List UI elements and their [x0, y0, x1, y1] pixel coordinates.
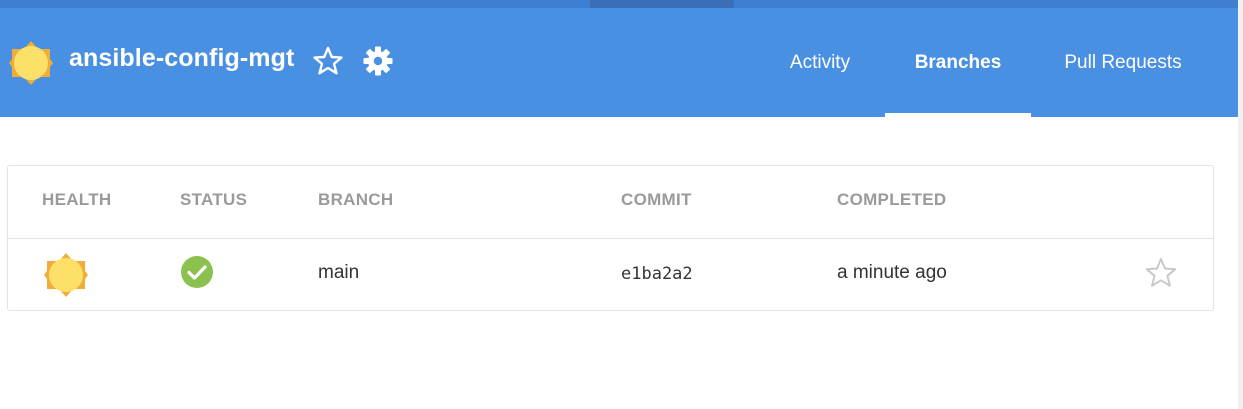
tab-branches[interactable]: Branches [885, 8, 1031, 117]
scrollbar[interactable] [1238, 0, 1243, 409]
sun-icon [9, 41, 53, 85]
column-header-completed: COMPLETED [837, 190, 947, 209]
favorite-star-icon[interactable] [1144, 256, 1178, 290]
branch-name[interactable]: main [318, 262, 359, 284]
repo-title[interactable]: ansible-config-mgt [69, 44, 294, 73]
check-circle-icon [181, 256, 213, 288]
favorite-star-icon[interactable] [312, 45, 344, 77]
column-header-status: STATUS [180, 190, 248, 209]
tab-activity[interactable]: Activity [770, 8, 870, 117]
gear-icon[interactable] [362, 45, 394, 77]
top-progress-bar [0, 0, 1243, 8]
completed-time: a minute ago [837, 262, 947, 283]
column-header-commit: COMMIT [621, 190, 692, 209]
column-header-branch: BRANCH [318, 190, 394, 209]
top-progress-segment [590, 0, 734, 8]
commit-hash[interactable]: e1ba2a2 [621, 264, 693, 284]
tab-pull-requests[interactable]: Pull Requests [1046, 8, 1200, 117]
column-header-health: HEALTH [42, 190, 112, 209]
sun-icon [44, 253, 88, 297]
